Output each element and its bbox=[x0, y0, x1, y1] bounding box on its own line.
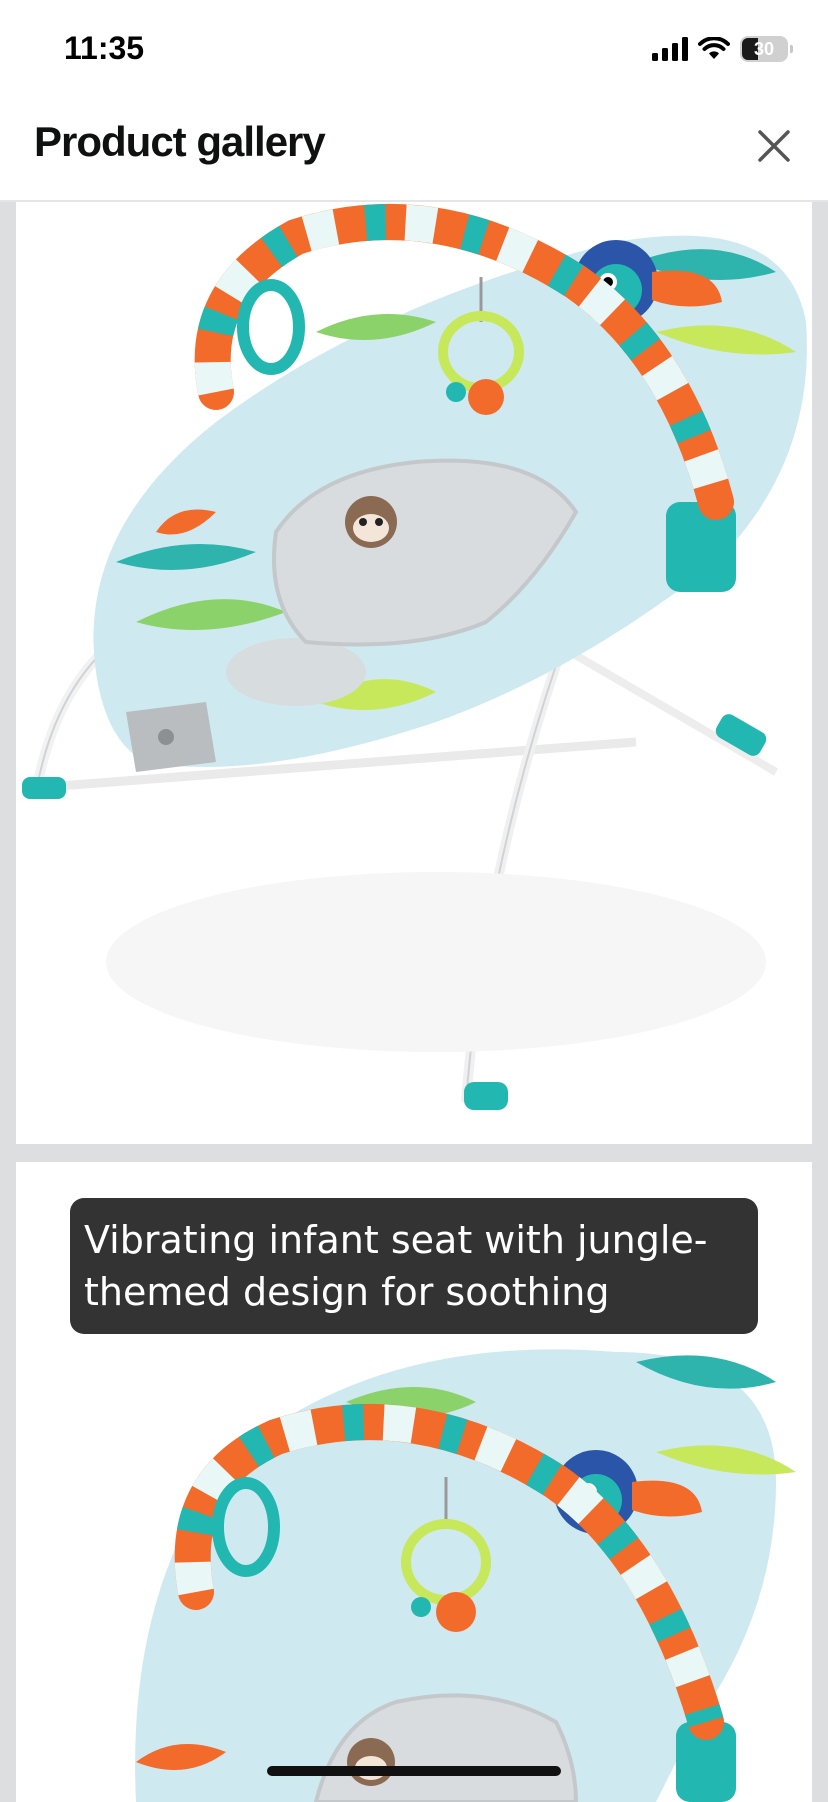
gallery-header: Product gallery bbox=[0, 100, 828, 202]
bouncer-image bbox=[22, 204, 807, 1110]
battery-icon: 30 bbox=[740, 36, 793, 62]
gallery-image-1[interactable] bbox=[16, 202, 812, 1144]
status-bar: 11:35 30 bbox=[0, 0, 828, 100]
image-caption: Vibrating infant seat with jungle-themed… bbox=[70, 1198, 758, 1334]
status-time: 11:35 bbox=[64, 30, 145, 66]
page-title: Product gallery bbox=[34, 118, 326, 165]
signal-icon bbox=[652, 37, 688, 61]
home-indicator[interactable] bbox=[267, 1766, 561, 1776]
status-icons: 30 bbox=[652, 36, 793, 62]
gallery-image-2[interactable]: Vibrating infant seat with jungle-themed… bbox=[16, 1162, 812, 1802]
close-button[interactable] bbox=[750, 122, 798, 170]
battery-level: 30 bbox=[753, 38, 775, 59]
wifi-icon bbox=[698, 37, 730, 59]
close-icon bbox=[758, 130, 790, 162]
